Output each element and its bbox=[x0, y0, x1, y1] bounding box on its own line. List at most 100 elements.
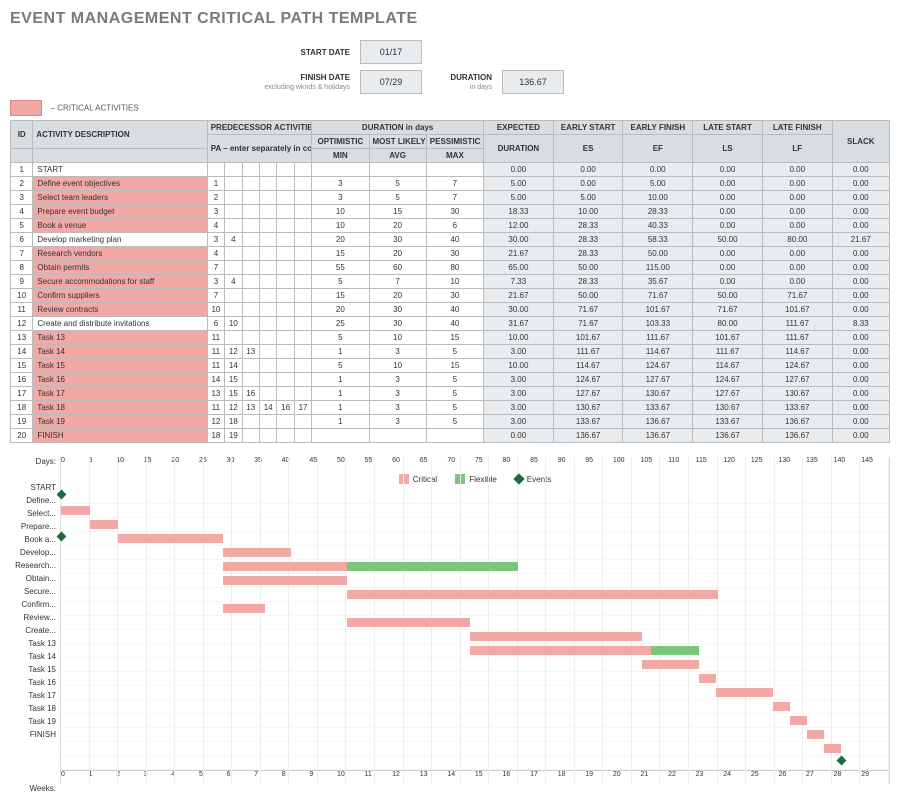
gantt-bar bbox=[642, 660, 699, 669]
table-row: 4Prepare event budget310153018.3310.0028… bbox=[11, 205, 890, 219]
col-ls-h: LATE START bbox=[693, 121, 763, 135]
finish-date-row: FINISH DATEexcluding wknds & holidays 07… bbox=[10, 70, 890, 94]
gantt-bar bbox=[223, 576, 347, 585]
gantt-row bbox=[61, 588, 889, 602]
col-pes: PESSIMISTIC bbox=[426, 135, 483, 149]
table-row: 15Task 1511145101510.00114.67124.67114.6… bbox=[11, 359, 890, 373]
gantt-row-label: Develop... bbox=[10, 548, 56, 561]
gantt-bar bbox=[347, 618, 471, 627]
col-pa-sub: PA – enter separately in columns bbox=[207, 135, 312, 163]
gantt-weeks-label: Weeks: bbox=[10, 784, 60, 793]
gantt-row-label: Task 16 bbox=[10, 678, 56, 691]
gantt-row bbox=[61, 630, 889, 644]
gantt-bar bbox=[347, 590, 718, 599]
table-row: 19Task 1912181353.00133.67136.67133.6713… bbox=[11, 415, 890, 429]
gantt-bar bbox=[790, 716, 807, 725]
page-title: EVENT MANAGEMENT CRITICAL PATH TEMPLATE bbox=[10, 10, 890, 28]
gantt-row bbox=[61, 644, 889, 658]
gantt-bar bbox=[223, 604, 265, 613]
gantt-bar bbox=[223, 562, 347, 571]
gantt-bar bbox=[807, 730, 824, 739]
col-ls: LS bbox=[693, 135, 763, 163]
gantt-row-label: FINISH bbox=[10, 730, 56, 743]
table-row: 12Create and distribute invitations61025… bbox=[11, 317, 890, 331]
col-ef-h: EARLY FINISH bbox=[623, 121, 693, 135]
table-row: 14Task 141112131353.00111.67114.67111.67… bbox=[11, 345, 890, 359]
critical-legend: – CRITICAL ACTIVITIES bbox=[10, 100, 890, 116]
gantt-row-label: Review... bbox=[10, 613, 56, 626]
gantt-bar bbox=[223, 548, 292, 557]
table-row: 1START0.000.000.000.000.000.00 bbox=[11, 163, 890, 177]
finish-date-value: 07/29 bbox=[360, 70, 422, 94]
activity-table: ID ACTIVITY DESCRIPTION PREDECESSOR ACTI… bbox=[10, 120, 890, 443]
gantt-bar bbox=[716, 688, 773, 697]
gantt-bar bbox=[699, 674, 716, 683]
table-row: 6Develop marketing plan3420304030.0028.3… bbox=[11, 233, 890, 247]
gantt-row bbox=[61, 672, 889, 686]
gantt-chart: Days: STARTDefine...Select...Prepare...B… bbox=[10, 457, 890, 784]
col-es: ES bbox=[553, 135, 623, 163]
start-date-value[interactable]: 01/17 bbox=[360, 40, 422, 64]
gantt-row-label: Create... bbox=[10, 626, 56, 639]
table-row: 7Research vendors415203021.6728.3350.000… bbox=[11, 247, 890, 261]
table-row: 5Book a venue41020612.0028.3340.330.000.… bbox=[11, 219, 890, 233]
start-date-label: START DATE bbox=[10, 48, 350, 57]
gantt-bar bbox=[470, 632, 641, 641]
gantt-bar bbox=[773, 702, 790, 711]
duration-value: 136.67 bbox=[502, 70, 564, 94]
gantt-bar bbox=[61, 506, 90, 515]
gantt-row-label: Secure... bbox=[10, 587, 56, 600]
col-lf: LF bbox=[762, 135, 832, 163]
col-id: ID bbox=[11, 121, 33, 149]
gantt-row bbox=[61, 658, 889, 672]
gantt-bar bbox=[470, 646, 651, 655]
gantt-row bbox=[61, 756, 889, 770]
table-row: 20FINISH18190.00136.67136.67136.67136.67… bbox=[11, 429, 890, 443]
table-row: 18Task 181112131416171353.00130.67133.67… bbox=[11, 401, 890, 415]
gantt-row bbox=[61, 518, 889, 532]
critical-swatch-label: – CRITICAL ACTIVITIES bbox=[51, 103, 139, 112]
gantt-row-label: Confirm... bbox=[10, 600, 56, 613]
gantt-bar bbox=[347, 562, 518, 571]
table-row: 9Secure accommodations for staff3457107.… bbox=[11, 275, 890, 289]
gantt-row-label: Task 19 bbox=[10, 717, 56, 730]
gantt-row-label: Obtain... bbox=[10, 574, 56, 587]
gantt-row-label: Task 15 bbox=[10, 665, 56, 678]
gantt-row-label: Define... bbox=[10, 496, 56, 509]
gantt-row bbox=[61, 616, 889, 630]
gantt-row-label: Book a... bbox=[10, 535, 56, 548]
start-date-row: START DATE 01/17 bbox=[10, 40, 890, 64]
table-row: 10Confirm suppliers715203021.6750.0071.6… bbox=[11, 289, 890, 303]
col-min: MIN bbox=[312, 149, 369, 163]
table-row: 16Task 1614151353.00124.67127.67124.6712… bbox=[11, 373, 890, 387]
gantt-days-label: Days: bbox=[10, 457, 56, 470]
gantt-row bbox=[61, 714, 889, 728]
col-es-h: EARLY START bbox=[553, 121, 623, 135]
col-pa-group: PREDECESSOR ACTIVITIES bbox=[207, 121, 312, 135]
col-desc: ACTIVITY DESCRIPTION bbox=[33, 121, 207, 149]
col-slack: SLACK bbox=[832, 121, 889, 163]
gantt-row bbox=[61, 728, 889, 742]
critical-swatch bbox=[10, 100, 42, 116]
gantt-row-label: Task 13 bbox=[10, 639, 56, 652]
col-desc-blank bbox=[33, 149, 207, 163]
col-id-blank bbox=[11, 149, 33, 163]
gantt-row bbox=[61, 700, 889, 714]
table-row: 13Task 13115101510.00101.67111.67101.671… bbox=[11, 331, 890, 345]
gantt-row bbox=[61, 686, 889, 700]
finish-date-label: FINISH DATEexcluding wknds & holidays bbox=[10, 73, 350, 91]
gantt-row bbox=[61, 602, 889, 616]
gantt-bar bbox=[118, 534, 223, 543]
gantt-row bbox=[61, 742, 889, 756]
col-ml: MOST LIKELY bbox=[369, 135, 426, 149]
duration-label: DURATIONin days bbox=[432, 73, 492, 91]
col-exp2: DURATION bbox=[484, 135, 554, 163]
col-opt: OPTIMISTIC bbox=[312, 135, 369, 149]
table-row: 8Obtain permits755608065.0050.00115.000.… bbox=[11, 261, 890, 275]
col-max: MAX bbox=[426, 149, 483, 163]
col-ef: EF bbox=[623, 135, 693, 163]
gantt-row bbox=[61, 490, 889, 504]
gantt-row-label: Task 18 bbox=[10, 704, 56, 717]
gantt-row bbox=[61, 560, 889, 574]
gantt-bar bbox=[90, 520, 119, 529]
